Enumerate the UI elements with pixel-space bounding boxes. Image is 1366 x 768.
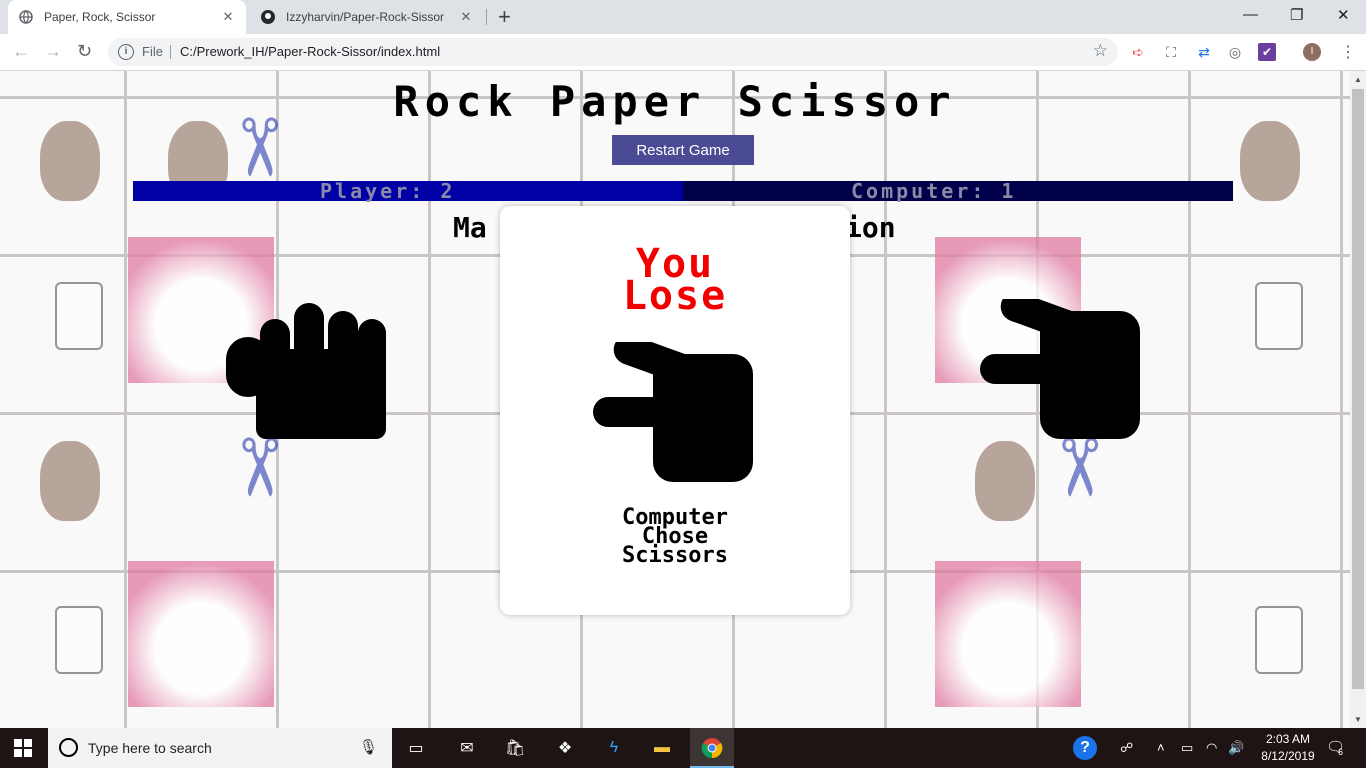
search-placeholder: Type here to search [88,740,212,756]
extension-arrow-icon[interactable]: ➪ [1129,43,1147,61]
tab-divider [486,9,487,25]
minimize-button[interactable]: — [1243,6,1258,23]
close-tab-icon[interactable]: ✕ [220,9,236,25]
computer-scissors-hand-icon[interactable] [980,299,1142,441]
player-score: Player: 2 [133,181,683,201]
tab-github-repo[interactable]: Izzyharvin/Paper-Rock-Sissor ✕ [250,0,484,34]
tab-title: Izzyharvin/Paper-Rock-Sissor [286,10,445,24]
chrome-icon [701,738,723,759]
scroll-down-arrow-icon[interactable]: ▼ [1350,715,1366,724]
scroll-up-arrow-icon[interactable]: ▲ [1350,75,1366,84]
player-paper-hand-icon[interactable] [222,299,390,441]
taskbar: Type here to search 🎙 ▭ ✉ 🛍 ❖ ϟ ▬ ? ☍ ˄ … [0,728,1366,768]
restart-game-button[interactable]: Restart Game [612,135,754,165]
chrome-taskbar-button[interactable] [690,728,734,768]
volume-icon[interactable]: 🔊 [1228,740,1244,756]
computer-choice-text: Computer Chose Scissors [500,507,850,568]
clock-date: 8/12/2019 [1261,749,1315,763]
reload-button[interactable]: ↻ [77,41,92,62]
help-icon[interactable]: ? [1073,736,1097,760]
result-modal: You Lose Computer Chose Scissors [500,206,850,615]
notification-count: 6 [1338,747,1344,757]
task-view-icon[interactable]: ▭ [404,736,428,760]
result-text: You Lose [500,244,850,319]
cortana-circle-icon [59,738,78,757]
paper-tile [0,561,146,707]
chevron-up-icon[interactable]: ˄ [1157,740,1165,755]
bookmark-star-icon[interactable]: ☆ [1093,41,1108,61]
tab-strip: Paper, Rock, Scissor ✕ Izzyharvin/Paper-… [0,0,1366,34]
vertical-scrollbar[interactable]: ▲ ▼ [1350,71,1366,728]
info-icon[interactable]: i [118,44,134,60]
back-button[interactable]: ← [12,41,30,62]
taskbar-search-box[interactable]: Type here to search 🎙 [48,728,392,768]
mail-icon[interactable]: ✉ [455,736,479,760]
dropbox-icon[interactable]: ❖ [553,736,577,760]
store-icon[interactable]: 🛍 [503,736,527,760]
chose-line-3: Scissors [622,543,728,568]
file-explorer-icon[interactable]: ▬ [650,736,674,760]
address-bar[interactable]: i File C:/Prework_IH/Paper-Rock-Sissor/i… [108,38,1118,66]
profile-avatar[interactable]: I [1303,43,1321,61]
close-tab-icon[interactable]: ✕ [458,9,474,25]
scrollbar-thumb[interactable] [1352,89,1364,689]
menu-icon[interactable]: ⋮ [1340,42,1356,62]
forward-button[interactable]: → [44,41,62,62]
circle-extension-icon[interactable]: ◎ [1226,43,1244,61]
rock-tile [0,401,146,547]
paper-tile [1200,237,1346,383]
scissors-hand-icon [593,342,753,482]
paper-tile [1200,561,1346,707]
tab-paper-rock-scissor[interactable]: Paper, Rock, Scissor ✕ [8,0,246,34]
swap-arrows-icon[interactable]: ⇄ [1195,43,1213,61]
pink-tile [128,561,274,707]
result-line-lose: Lose [622,273,728,319]
close-window-button[interactable]: ✕ [1337,6,1350,24]
clock-time: 2:03 AM [1265,732,1311,746]
paper-tile [0,237,146,383]
page-viewport: Rock Paper Scissor Restart Game Player: … [0,71,1350,728]
toolbar: ← → ↻ i File C:/Prework_IH/Paper-Rock-Si… [0,34,1366,71]
game-title: Rock Paper Scissor [393,77,957,126]
vscode-lightning-icon[interactable]: ϟ [602,736,626,760]
wifi-icon[interactable]: ◠ [1206,740,1217,756]
match-label-right: ion [845,211,896,244]
match-label-left: Ma [453,211,487,244]
omnibox-divider [170,45,171,59]
globe-icon [18,9,34,25]
github-icon [260,9,276,25]
restore-button[interactable]: ❐ [1290,6,1303,24]
battery-icon[interactable]: ▭ [1181,740,1193,756]
screen-capture-icon[interactable]: ⛶ [1162,43,1180,61]
checkbox-extension-icon[interactable]: ✔ [1258,43,1276,61]
microphone-icon[interactable]: 🎙 [359,738,378,756]
url-text[interactable]: C:/Prework_IH/Paper-Rock-Sissor/index.ht… [180,44,440,59]
scheme-label: File [142,44,163,59]
computer-score: Computer: 1 [683,181,1233,201]
tab-title: Paper, Rock, Scissor [44,10,156,24]
new-tab-button[interactable]: + [498,4,511,30]
windows-start-icon[interactable] [14,739,32,757]
system-clock[interactable]: 2:03 AM 8/12/2019 [1252,731,1324,765]
pink-tile [935,561,1081,707]
people-icon[interactable]: ☍ [1120,740,1133,756]
